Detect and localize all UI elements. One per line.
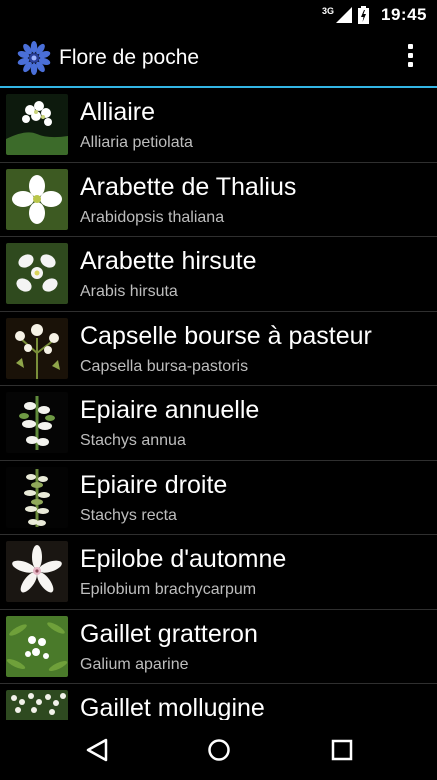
- battery-icon: [358, 6, 370, 24]
- list-item[interactable]: Epiaire droite Stachys recta: [0, 461, 437, 535]
- plant-common-name: Alliaire: [80, 98, 156, 126]
- plant-thumbnail-icon: [6, 541, 68, 602]
- list-item[interactable]: Arabette de Thalius Arabidopsis thaliana: [0, 163, 437, 237]
- screen: 3G 19:45 Flore de poche Alliaire Alliari…: [0, 0, 437, 780]
- list-item[interactable]: Arabette hirsute Arabis hirsuta: [0, 237, 437, 312]
- plant-common-name: Capselle bourse à pasteur: [80, 321, 372, 350]
- plant-thumbnail-icon: [6, 168, 68, 230]
- signal-icon: [336, 7, 353, 23]
- list-item[interactable]: Epiaire annuelle Stachys annua: [0, 386, 437, 461]
- overflow-menu-icon[interactable]: [405, 44, 415, 72]
- cornflower-logo-icon[interactable]: [16, 40, 52, 76]
- plant-latin-name: Capsella bursa-pastoris: [80, 357, 249, 375]
- network-type-label: 3G: [322, 6, 335, 16]
- plant-latin-name: Arabis hirsuta: [80, 283, 178, 300]
- plant-thumbnail-icon: [6, 466, 68, 528]
- plant-common-name: Gaillet mollugine: [80, 694, 265, 720]
- plant-latin-name: Alliaria petiolata: [80, 134, 193, 151]
- plant-thumbnail-icon: [6, 317, 68, 379]
- app-title: Flore de poche: [59, 46, 200, 69]
- plant-thumbnail-icon: [6, 243, 68, 304]
- plant-common-name: Epiaire annuelle: [80, 396, 260, 424]
- list-item[interactable]: Gaillet gratteron Galium aparine: [0, 610, 437, 684]
- list-item[interactable]: Capselle bourse à pasteur Capsella bursa…: [0, 312, 437, 386]
- plant-common-name: Arabette de Thalius: [80, 172, 297, 201]
- plant-thumbnail-icon: [6, 392, 68, 453]
- plant-latin-name: Galium aparine: [80, 655, 189, 673]
- home-icon[interactable]: [205, 736, 233, 764]
- list-item[interactable]: Alliaire Alliaria petiolata: [0, 88, 437, 163]
- plant-common-name: Epiaire droite: [80, 470, 228, 499]
- back-icon[interactable]: [84, 736, 112, 764]
- status-clock: 19:45: [381, 5, 427, 24]
- plant-common-name: Epilobe d'automne: [80, 545, 287, 573]
- plant-thumbnail-icon: [6, 690, 68, 720]
- plant-latin-name: Arabidopsis thaliana: [80, 208, 225, 226]
- list-item[interactable]: Gaillet mollugine: [0, 684, 437, 720]
- list-item[interactable]: Epilobe d'automne Epilobium brachycarpum: [0, 535, 437, 610]
- plant-latin-name: Epilobium brachycarpum: [80, 581, 257, 598]
- recents-icon[interactable]: [328, 736, 356, 764]
- plant-latin-name: Stachys recta: [80, 506, 177, 524]
- plant-common-name: Arabette hirsute: [80, 247, 257, 275]
- plant-list[interactable]: Alliaire Alliaria petiolata Arabette de …: [0, 88, 437, 720]
- plant-common-name: Gaillet gratteron: [80, 619, 258, 648]
- status-bar: 3G 19:45: [0, 0, 437, 30]
- plant-thumbnail-icon: [6, 615, 68, 677]
- status-icons: 3G 19:45: [322, 0, 427, 30]
- plant-latin-name: Stachys annua: [80, 432, 186, 449]
- plant-thumbnail-icon: [6, 94, 68, 155]
- app-bar: Flore de poche: [0, 30, 437, 88]
- navigation-bar: [0, 720, 437, 780]
